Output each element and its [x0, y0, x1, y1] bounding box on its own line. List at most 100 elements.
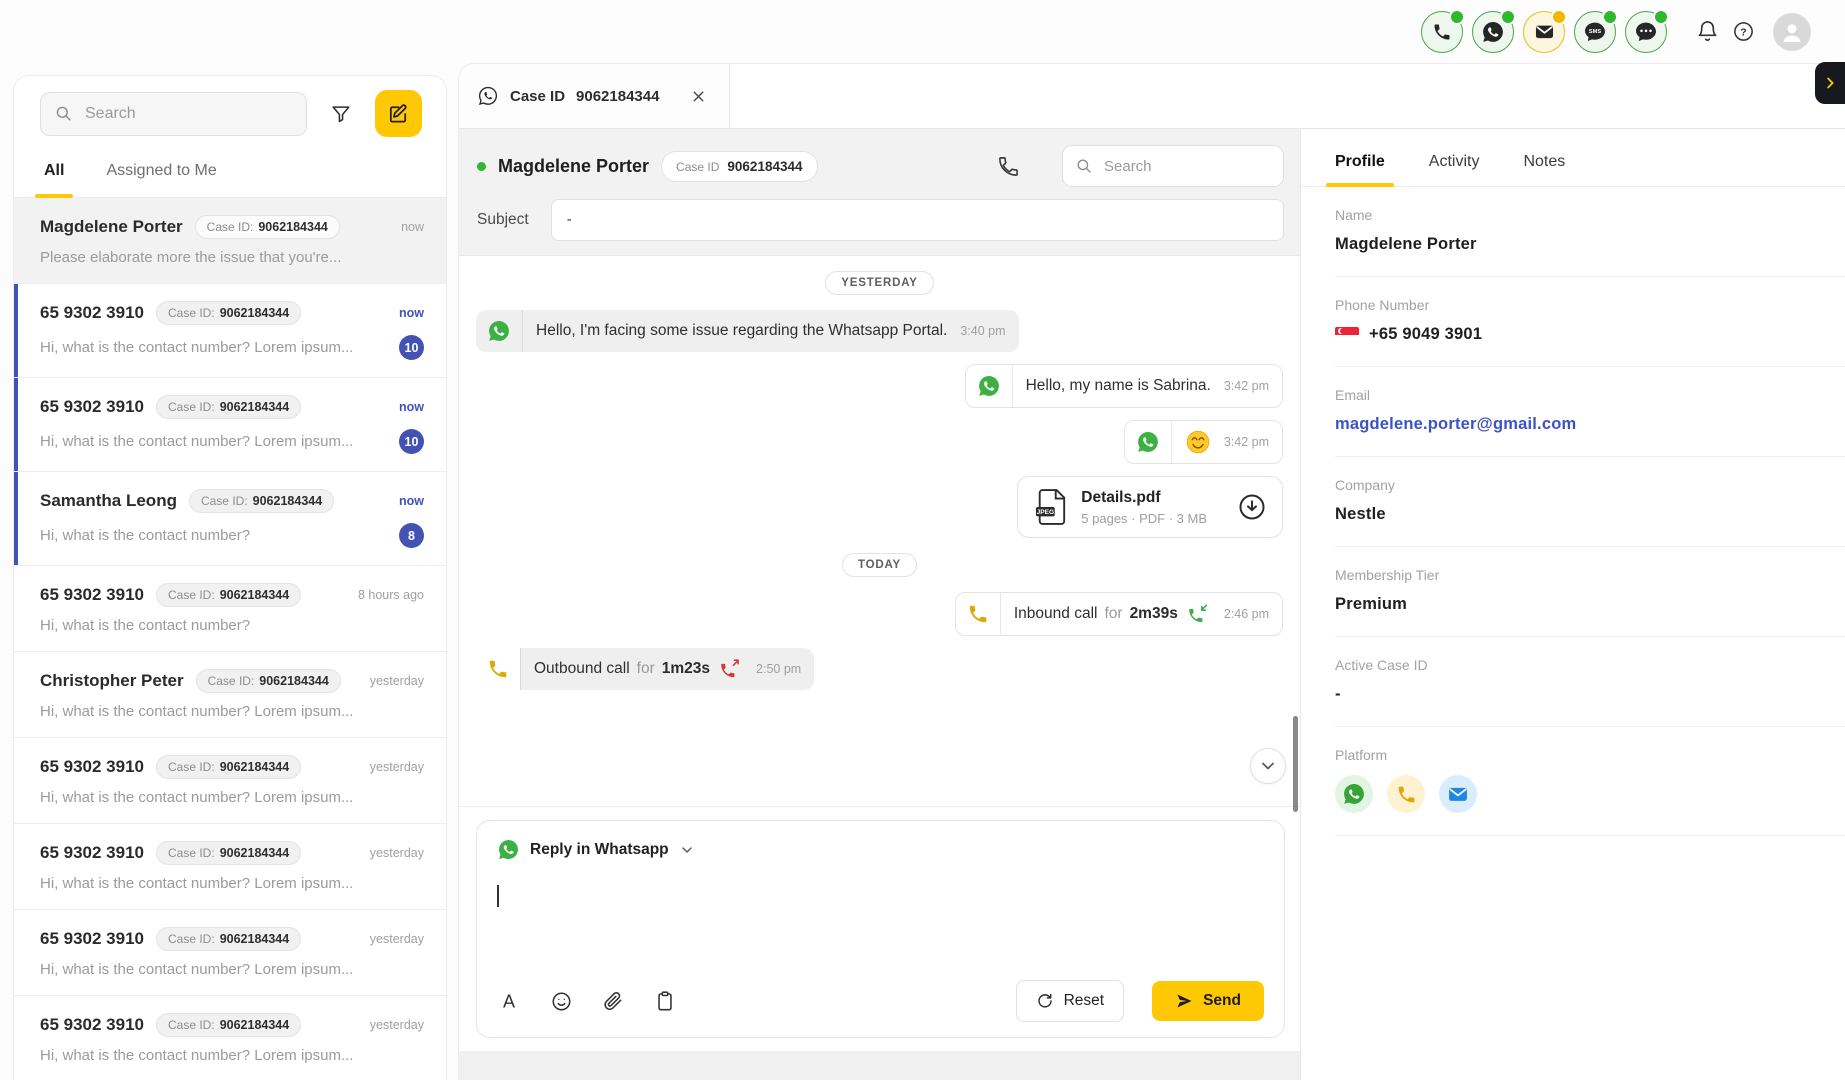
- conversation-name: Samantha Leong: [40, 491, 177, 511]
- send-button[interactable]: Send: [1152, 981, 1264, 1021]
- search-input-field[interactable]: [83, 104, 293, 124]
- compose-button[interactable]: [375, 90, 422, 137]
- phone-icon: [956, 593, 1000, 635]
- composer-toolbar: A Reset Send: [497, 980, 1264, 1022]
- profile-tab-activity[interactable]: Activity: [1429, 153, 1480, 186]
- chat-scrollbar[interactable]: [1293, 716, 1298, 812]
- chat-channel-button[interactable]: [1625, 11, 1667, 53]
- message-outgoing-text: Hello, my name is Sabrina. 3:42 pm: [965, 364, 1283, 408]
- reset-button-label: Reset: [1064, 992, 1105, 1010]
- phone-channel-button[interactable]: [1421, 11, 1463, 53]
- notifications-bell-icon[interactable]: [1689, 14, 1725, 50]
- conversation-preview: Hi, what is the contact number? Lorem ip…: [40, 339, 399, 356]
- conversation-list-item[interactable]: 65 9302 3910 Case ID:9062184344 yesterda…: [14, 824, 446, 910]
- file-name: Details.pdf: [1081, 489, 1207, 507]
- reset-button[interactable]: Reset: [1016, 980, 1125, 1022]
- chat-search-field[interactable]: [1102, 157, 1271, 176]
- filter-button[interactable]: [321, 94, 361, 134]
- field-label: Membership Tier: [1335, 567, 1845, 583]
- conversation-name: 65 9302 3910: [40, 757, 144, 777]
- channel-buttons: SMS: [1421, 11, 1667, 53]
- reply-channel-label: Reply in Whatsapp: [530, 841, 669, 859]
- collapse-panel-button[interactable]: [1815, 62, 1845, 104]
- phone-icon: [476, 648, 520, 690]
- call-duration: 2m39s: [1130, 605, 1178, 623]
- chat-search-input[interactable]: [1062, 145, 1284, 187]
- help-icon[interactable]: ?: [1725, 14, 1761, 50]
- sms-channel-button[interactable]: SMS: [1574, 11, 1616, 53]
- whatsapp-channel-button[interactable]: [1472, 11, 1514, 53]
- message-incoming-text: Hello, I'm facing some issue regarding t…: [476, 310, 1019, 352]
- call-label: Outbound call: [534, 660, 630, 678]
- avatar[interactable]: [1773, 13, 1811, 51]
- download-icon[interactable]: [1237, 492, 1267, 522]
- platform-whatsapp-icon[interactable]: [1335, 775, 1373, 813]
- case-id-pill: Case ID:9062184344: [156, 755, 301, 779]
- conversation-time: yesterday: [364, 1018, 424, 1032]
- whatsapp-icon: [497, 838, 520, 861]
- conversation-preview: Hi, what is the contact number? Lorem ip…: [40, 789, 424, 806]
- sidebar-tab-assigned-to-me[interactable]: Assigned to Me: [104, 149, 218, 197]
- case-id-pill: Case ID:9062184344: [156, 395, 301, 419]
- case-tab-bar: Case ID 9062184344: [459, 64, 1845, 129]
- field-value: +65 9049 3901: [1335, 325, 1845, 344]
- sidebar-tab-all[interactable]: All: [42, 149, 66, 197]
- case-id-pill: Case ID:9062184344: [189, 489, 334, 513]
- attachment-icon[interactable]: [601, 989, 625, 1013]
- field-label: Name: [1335, 207, 1845, 223]
- message-input[interactable]: [497, 861, 1264, 980]
- sms-icon: SMS: [1583, 20, 1607, 44]
- emoji-icon[interactable]: [549, 989, 573, 1013]
- case-id-pill: Case ID:9062184344: [156, 841, 301, 865]
- conversation-preview: Hi, what is the contact number?: [40, 617, 424, 634]
- conversation-list-item[interactable]: 65 9302 3910 Case ID:9062184344 yesterda…: [14, 910, 446, 996]
- conversation-preview: Hi, what is the contact number? Lorem ip…: [40, 875, 424, 892]
- chevron-down-icon: [679, 842, 695, 858]
- format-text-icon[interactable]: A: [497, 989, 521, 1013]
- conversation-list-item[interactable]: 65 9302 3910 Case ID:9062184344 8 hours …: [14, 566, 446, 652]
- conversation-preview: Hi, what is the contact number? Lorem ip…: [40, 1047, 424, 1064]
- call-contact-icon[interactable]: [991, 149, 1026, 184]
- file-meta: 5 pages · PDF · 3 MB: [1081, 511, 1207, 526]
- conversation-name: 65 9302 3910: [40, 397, 144, 417]
- conversation-name: 65 9302 3910: [40, 1015, 144, 1035]
- email-channel-button[interactable]: [1523, 11, 1565, 53]
- case-id-pill: Case ID:9062184344: [195, 215, 340, 239]
- profile-tabs: Profile Activity Notes: [1301, 129, 1845, 187]
- conversation-list-item[interactable]: 65 9302 3910 Case ID:9062184344 yesterda…: [14, 738, 446, 824]
- conversation-name: Magdelene Porter: [40, 217, 183, 237]
- field-label: Email: [1335, 387, 1845, 403]
- field-label: Active Case ID: [1335, 657, 1845, 673]
- conversation-time: yesterday: [364, 846, 424, 860]
- profile-field: NameMagdelene Porter: [1335, 187, 1845, 277]
- template-icon[interactable]: [653, 989, 677, 1013]
- profile-tab-profile[interactable]: Profile: [1335, 153, 1385, 186]
- call-time: 2:50 pm: [756, 648, 814, 690]
- search-input[interactable]: [40, 92, 307, 136]
- conversation-list-item[interactable]: 65 9302 3910 Case ID:9062184344 now Hi, …: [14, 378, 446, 472]
- close-tab-icon[interactable]: [686, 84, 711, 109]
- status-dot: [1551, 9, 1567, 25]
- conversation-list-item[interactable]: Christopher Peter Case ID:9062184344 yes…: [14, 652, 446, 738]
- conversation-list-item[interactable]: Magdelene Porter Case ID:9062184344 now …: [14, 198, 446, 284]
- conversation-list: Magdelene Porter Case ID:9062184344 now …: [14, 198, 446, 1080]
- profile-field: Membership TierPremium: [1335, 547, 1845, 637]
- field-value[interactable]: magdelene.porter@gmail.com: [1335, 415, 1845, 434]
- outbound-call-icon: [717, 658, 743, 680]
- conversation-list-item[interactable]: Samantha Leong Case ID:9062184344 now Hi…: [14, 472, 446, 566]
- conversation-list-item[interactable]: 65 9302 3910 Case ID:9062184344 yesterda…: [14, 996, 446, 1080]
- subject-input[interactable]: [551, 199, 1284, 241]
- conversation-name: 65 9302 3910: [40, 303, 144, 323]
- reply-channel-selector[interactable]: Reply in Whatsapp: [497, 838, 695, 861]
- conversation-time: now: [395, 220, 424, 234]
- message-area: YESTERDAY Hello, I'm facing some issue r…: [459, 256, 1300, 806]
- platform-phone-icon[interactable]: [1387, 775, 1425, 813]
- scroll-down-button[interactable]: [1250, 748, 1286, 784]
- composer-zone: Reply in Whatsapp A Reset Send: [459, 806, 1300, 1080]
- call-label: Inbound call: [1014, 605, 1098, 623]
- case-tab[interactable]: Case ID 9062184344: [459, 64, 730, 128]
- profile-tab-notes[interactable]: Notes: [1523, 153, 1565, 186]
- profile-fields: NameMagdelene Porter Phone Number+65 904…: [1301, 187, 1845, 836]
- conversation-list-item[interactable]: 65 9302 3910 Case ID:9062184344 now Hi, …: [14, 284, 446, 378]
- platform-email-icon[interactable]: [1439, 775, 1477, 813]
